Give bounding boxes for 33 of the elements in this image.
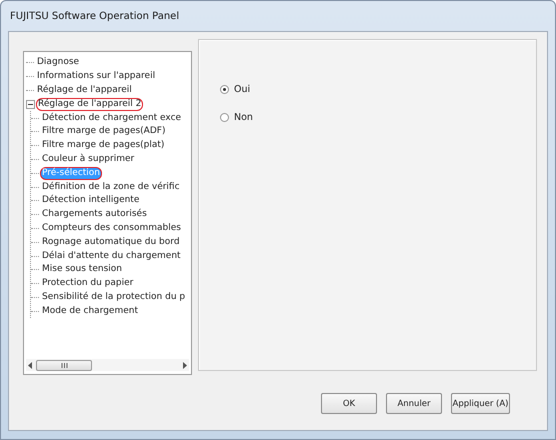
tree-item[interactable]: Rognage automatique du bord bbox=[40, 236, 182, 249]
scroll-thumb[interactable] bbox=[36, 360, 92, 370]
tree-item[interactable]: Filtre marge de pages(plat) bbox=[40, 139, 166, 152]
tree-item[interactable]: Réglage de l'appareil 2 bbox=[36, 98, 144, 111]
horizontal-scrollbar[interactable] bbox=[26, 359, 189, 371]
tree-item[interactable]: Détection intelligente bbox=[40, 194, 142, 208]
tree-item[interactable]: Mode de chargement bbox=[40, 304, 140, 318]
tree-item[interactable]: Chargements autorisés bbox=[40, 208, 149, 222]
scroll-right-icon[interactable] bbox=[182, 362, 187, 368]
tree-item[interactable]: Filtre marge de pages(ADF) bbox=[40, 125, 168, 138]
tree-item[interactable]: Protection du papier bbox=[40, 277, 136, 290]
radio-button[interactable] bbox=[220, 85, 229, 94]
radio-label: Oui bbox=[234, 84, 250, 95]
dialog-button[interactable]: Appliquer (A) bbox=[451, 393, 510, 414]
tree-item[interactable]: Détection de chargement exce bbox=[40, 112, 184, 125]
radio-option[interactable]: Oui bbox=[220, 84, 250, 95]
window-title: FUJITSU Software Operation Panel bbox=[10, 10, 180, 22]
expander-icon[interactable] bbox=[26, 100, 35, 109]
tree-item[interactable]: Compteurs des consommables bbox=[40, 222, 183, 235]
tree-item[interactable]: Définition de la zone de vérific bbox=[40, 180, 182, 194]
radio-option[interactable]: Non bbox=[220, 112, 253, 123]
radio-button[interactable] bbox=[220, 113, 229, 122]
tree-item[interactable]: Sensibilité de la protection du p bbox=[40, 290, 188, 304]
tree-item[interactable]: Mise sous tension bbox=[40, 263, 124, 276]
dialog-button[interactable]: Annuler bbox=[386, 393, 442, 414]
radio-label: Non bbox=[234, 112, 253, 123]
scroll-left-icon[interactable] bbox=[28, 362, 33, 368]
tree-item[interactable]: Délai d'attente du chargement bbox=[40, 250, 183, 263]
tree-item[interactable]: Diagnose bbox=[35, 56, 82, 70]
tree-item[interactable]: Couleur à supprimer bbox=[40, 152, 136, 166]
tree-item[interactable]: Réglage de l'appareil bbox=[35, 84, 134, 97]
dialog-button[interactable]: OK bbox=[321, 393, 377, 414]
tree-item[interactable]: Informations sur l'appareil bbox=[35, 70, 158, 84]
